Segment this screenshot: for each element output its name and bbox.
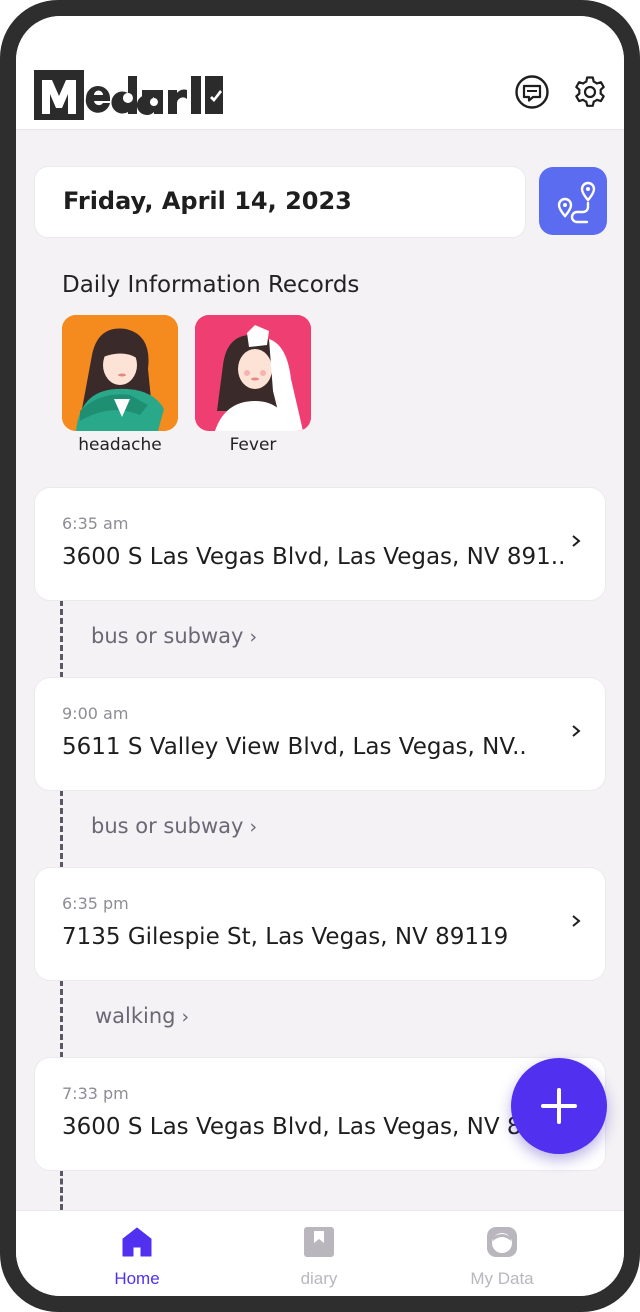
- daily-records-title: Daily Information Records: [62, 272, 360, 298]
- location-card[interactable]: 9:00 am 5611 S Valley View Blvd, Las Veg…: [34, 677, 606, 791]
- plus-icon: [541, 1088, 577, 1124]
- nav-my-data[interactable]: My Data: [442, 1225, 562, 1289]
- transit-label: bus or subway: [91, 814, 244, 838]
- logo-wordmark: [42, 76, 223, 115]
- route-button[interactable]: [539, 167, 607, 235]
- record-label: Fever: [229, 435, 277, 455]
- transit-link[interactable]: bus or subway ›: [91, 814, 257, 838]
- timeline-connector: [60, 1170, 63, 1210]
- location-address: 7135 Gilespie St, Las Vegas, NV 89119: [62, 924, 509, 950]
- bookmark-book-icon: [304, 1227, 334, 1257]
- timeline-connector: [60, 600, 63, 678]
- location-address: 3600 S Las Vegas Blvd, Las Vegas, NV 891…: [62, 544, 566, 570]
- timeline-connector: [60, 980, 63, 1058]
- device-frame: Friday, April 14, 2023 Daily Information…: [0, 0, 640, 1312]
- route-map-icon: [557, 181, 596, 224]
- location-time: 6:35 am: [62, 514, 129, 533]
- timeline-connector: [60, 790, 63, 868]
- chevron-right-icon: ›: [249, 816, 258, 838]
- record-headache[interactable]: headache: [62, 315, 178, 455]
- transit-label: bus or subway: [91, 624, 244, 648]
- app-header: [16, 16, 624, 130]
- transit-label: walking: [95, 1004, 176, 1028]
- nav-label: Home: [114, 1269, 160, 1288]
- app-screen: Friday, April 14, 2023 Daily Information…: [16, 16, 624, 1296]
- app-logo: [34, 68, 223, 120]
- bottom-nav: Home diary My Data: [16, 1210, 624, 1296]
- add-record-button[interactable]: [511, 1058, 607, 1154]
- location-card[interactable]: 6:35 pm 7135 Gilespie St, Las Vegas, NV …: [34, 867, 606, 981]
- location-time: 9:00 am: [62, 704, 129, 723]
- location-address: 3600 S Las Vegas Blvd, Las Vegas, NV 891…: [62, 1114, 566, 1140]
- transit-link[interactable]: bus or subway ›: [91, 624, 257, 648]
- chevron-right-icon: ›: [181, 1006, 190, 1028]
- nav-diary[interactable]: diary: [259, 1225, 379, 1289]
- chevron-right-icon: [572, 535, 581, 547]
- chevron-right-icon: ›: [249, 626, 258, 648]
- gear-icon[interactable]: [572, 74, 608, 110]
- location-time: 7:33 pm: [62, 1084, 129, 1103]
- chevron-right-icon: [572, 725, 581, 737]
- transit-link[interactable]: walking ›: [95, 1004, 189, 1028]
- profile-face-icon: [487, 1227, 517, 1257]
- location-card[interactable]: 6:35 am 3600 S Las Vegas Blvd, Las Vegas…: [34, 487, 606, 601]
- nav-label: diary: [300, 1269, 338, 1288]
- nav-home[interactable]: Home: [77, 1225, 197, 1289]
- home-icon: [122, 1227, 152, 1257]
- chat-bubble-icon[interactable]: [514, 74, 550, 110]
- location-time: 6:35 pm: [62, 894, 129, 913]
- date-label: Friday, April 14, 2023: [63, 187, 352, 215]
- chevron-right-icon: [572, 915, 581, 927]
- headache-illustration: [62, 315, 178, 431]
- location-address: 5611 S Valley View Blvd, Las Vegas, NV..: [62, 734, 527, 760]
- record-label: headache: [78, 435, 162, 455]
- fever-illustration: [195, 315, 311, 431]
- record-fever[interactable]: Fever: [195, 315, 311, 455]
- nav-label: My Data: [470, 1269, 534, 1288]
- date-card[interactable]: Friday, April 14, 2023: [34, 166, 526, 238]
